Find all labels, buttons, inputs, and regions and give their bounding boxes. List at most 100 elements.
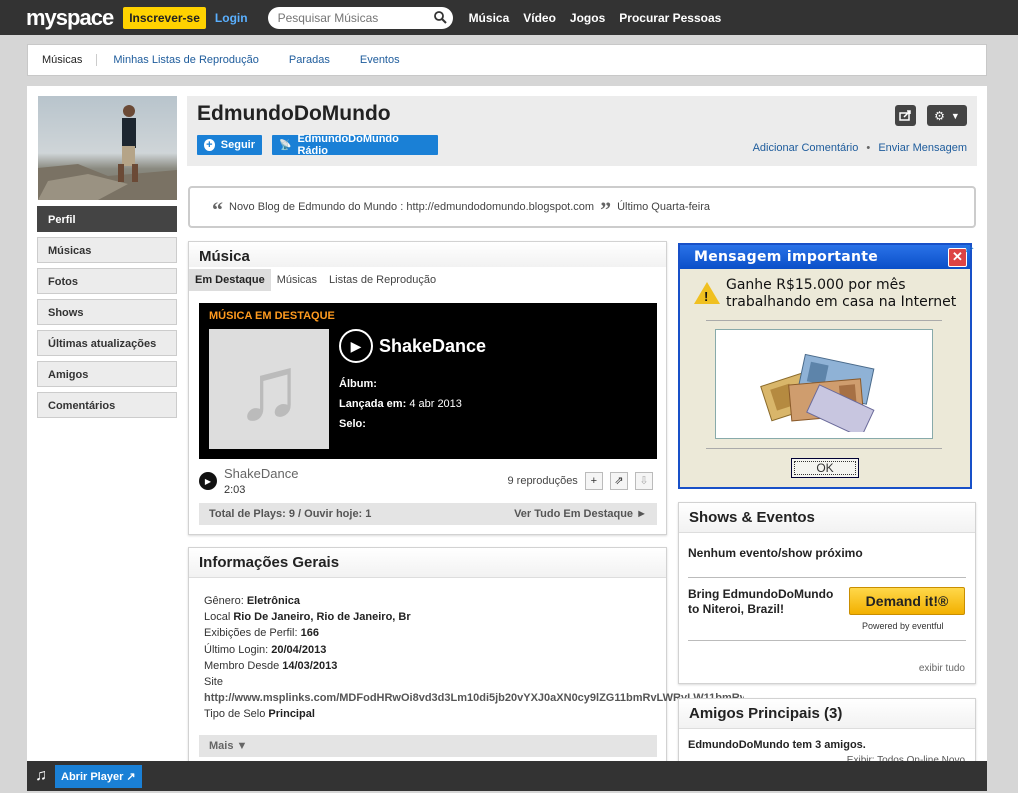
ad-divider: [706, 320, 942, 321]
add-comment-link[interactable]: Adicionar Comentário: [753, 142, 859, 154]
profile-page: Perfil Músicas Fotos Shows Últimas atual…: [27, 86, 987, 788]
play-featured-button[interactable]: ▶: [339, 329, 373, 363]
radio-button[interactable]: 📡 EdmundoDoMundo Rádio: [272, 133, 438, 157]
play-icon: ▶: [204, 476, 212, 486]
subnav-eventos[interactable]: Eventos: [360, 54, 400, 66]
money-image[interactable]: [715, 329, 933, 439]
bring-text: Bring EdmundoDoMundo to Niteroi, Brazil!: [688, 587, 833, 617]
nav-procurar-pessoas[interactable]: Procurar Pessoas: [619, 11, 721, 25]
info-member-since: Membro Desde 14/03/2013: [204, 658, 744, 674]
profile-sidebar: Perfil Músicas Fotos Shows Últimas atual…: [37, 206, 177, 423]
blog-status: “ Novo Blog de Edmundo do Mundo : http:/…: [188, 186, 976, 228]
close-quote-icon: ”: [600, 197, 612, 222]
sidebar-item-atualizacoes[interactable]: Últimas atualizações: [37, 330, 177, 356]
shows-divider: [688, 640, 966, 641]
released-row: Lançada em: 4 abr 2013: [339, 398, 462, 410]
nav-jogos[interactable]: Jogos: [570, 11, 605, 25]
album-cover: ♫: [209, 329, 329, 449]
link-separator: •: [866, 142, 871, 154]
sidebar-item-comentarios[interactable]: Comentários: [37, 392, 177, 418]
settings-menu-button[interactable]: ⚙ ▼: [927, 105, 967, 126]
search-box[interactable]: [267, 6, 453, 29]
follow-button[interactable]: + Seguir: [197, 135, 262, 155]
music-title: Música: [189, 242, 666, 267]
info-list: Gênero: Eletrônica Local Rio De Janeiro,…: [204, 593, 744, 723]
profile-photo[interactable]: [38, 96, 177, 200]
share-track-button[interactable]: ⇗: [609, 472, 628, 490]
download-button[interactable]: ⇩: [635, 472, 653, 490]
member-label: Membro Desde: [204, 659, 280, 672]
more-button[interactable]: Mais ▼: [199, 735, 657, 757]
last-login-label: Último Login:: [204, 643, 269, 656]
top-bar: myspace Inscrever-se Login Música Vídeo …: [0, 0, 1018, 35]
views-value: 166: [300, 627, 319, 640]
add-to-playlist-button[interactable]: +: [584, 472, 603, 490]
login-link[interactable]: Login: [215, 11, 248, 25]
radio-icon: 📡: [279, 139, 292, 151]
bring-line-1: Bring EdmundoDoMundo: [688, 587, 834, 601]
no-events-text: Nenhum evento/show próximo: [688, 546, 863, 560]
see-all-featured-link[interactable]: Ver Tudo Em Destaque ►: [514, 508, 647, 520]
signup-button[interactable]: Inscrever-se: [123, 6, 206, 29]
friends-title: Amigos Principais (3): [679, 699, 975, 729]
ad-title: Mensagem importante: [680, 245, 970, 269]
genre-label: Gênero:: [204, 595, 244, 607]
ad-divider: [706, 448, 942, 449]
play-track-button[interactable]: ▶: [199, 472, 217, 490]
close-icon[interactable]: ✕: [948, 248, 967, 267]
info-last-login: Último Login: 20/04/2013: [204, 642, 744, 658]
general-info-panel: Informações Gerais Gênero: Eletrônica Lo…: [188, 547, 744, 786]
label-type-value: Principal: [268, 708, 315, 721]
see-all-shows-link[interactable]: exibir tudo: [919, 663, 965, 674]
play-totals-bar: Total de Plays: 9 / Ouvir hoje: 1 Ver Tu…: [199, 503, 657, 525]
featured-track-name[interactable]: ShakeDance: [379, 336, 486, 357]
track-row-name[interactable]: ShakeDance: [224, 466, 298, 481]
powered-by: Powered by eventful: [862, 621, 944, 631]
sidebar-item-fotos[interactable]: Fotos: [37, 268, 177, 294]
sidebar-item-musicas[interactable]: Músicas: [37, 237, 177, 263]
location-value: Rio De Janeiro, Rio de Janeiro, Br: [233, 611, 411, 624]
track-duration: 2:03: [224, 484, 246, 496]
ok-button[interactable]: OK: [791, 458, 859, 478]
nav-musica[interactable]: Música: [469, 11, 510, 25]
sidebar-item-perfil[interactable]: Perfil: [37, 206, 177, 232]
share-button[interactable]: [895, 105, 916, 126]
ad-line-2: trabalhando em casa na Internet: [726, 294, 957, 310]
ad-popup[interactable]: Mensagem importante ✕ ! Ganhe R$15.000 p…: [678, 243, 972, 489]
ad-message: Ganhe R$15.000 por mês trabalhando em ca…: [726, 277, 956, 311]
tab-em-destaque[interactable]: Em Destaque: [189, 269, 271, 291]
demand-it-button[interactable]: Demand it!®: [849, 587, 965, 615]
open-player-button[interactable]: Abrir Player ↗: [55, 764, 142, 788]
subnav-musicas[interactable]: Músicas: [42, 54, 98, 66]
blog-time: Último Quarta-feira: [617, 201, 710, 213]
info-genre: Gênero: Eletrônica: [204, 593, 744, 609]
tab-musicas[interactable]: Músicas: [271, 269, 323, 291]
last-login-value: 20/04/2013: [271, 643, 327, 656]
sidebar-item-amigos[interactable]: Amigos: [37, 361, 177, 387]
nav-video[interactable]: Vídeo: [523, 11, 556, 25]
sidebar-item-shows[interactable]: Shows: [37, 299, 177, 325]
share-icon: [899, 110, 911, 121]
top-nav: Música Vídeo Jogos Procurar Pessoas: [469, 11, 736, 25]
ad-line-1: Ganhe R$15.000 por mês: [726, 277, 906, 293]
site-label: Site: [204, 676, 223, 689]
myspace-logo[interactable]: myspace: [26, 5, 114, 31]
search-icon[interactable]: [433, 11, 447, 24]
send-message-link[interactable]: Enviar Mensagem: [878, 142, 967, 154]
featured-label: MÚSICA EM DESTAQUE: [209, 310, 335, 322]
search-input[interactable]: [277, 10, 434, 25]
shows-divider: [688, 577, 966, 578]
subnav-paradas[interactable]: Paradas: [289, 54, 330, 66]
blog-text[interactable]: Novo Blog de Edmundo do Mundo : http://e…: [229, 201, 594, 213]
gear-icon: ⚙: [934, 108, 945, 123]
adchoices-icon[interactable]: ▷: [966, 243, 975, 254]
warning-mark: !: [704, 289, 709, 304]
total-plays: Total de Plays: 9 / Ouvir hoje: 1: [209, 508, 372, 520]
site-link[interactable]: http://www.msplinks.com/MDFodHRwOi8vd3d3…: [204, 690, 744, 706]
released-value: 4 abr 2013: [409, 398, 462, 410]
tab-listas[interactable]: Listas de Reprodução: [323, 269, 442, 291]
profile-header: EdmundoDoMundo + Seguir 📡 EdmundoDoMundo…: [187, 96, 977, 166]
album-label: Álbum:: [339, 378, 377, 390]
subnav-listas[interactable]: Minhas Listas de Reprodução: [113, 54, 259, 66]
label-type-label: Tipo de Selo: [204, 708, 266, 721]
